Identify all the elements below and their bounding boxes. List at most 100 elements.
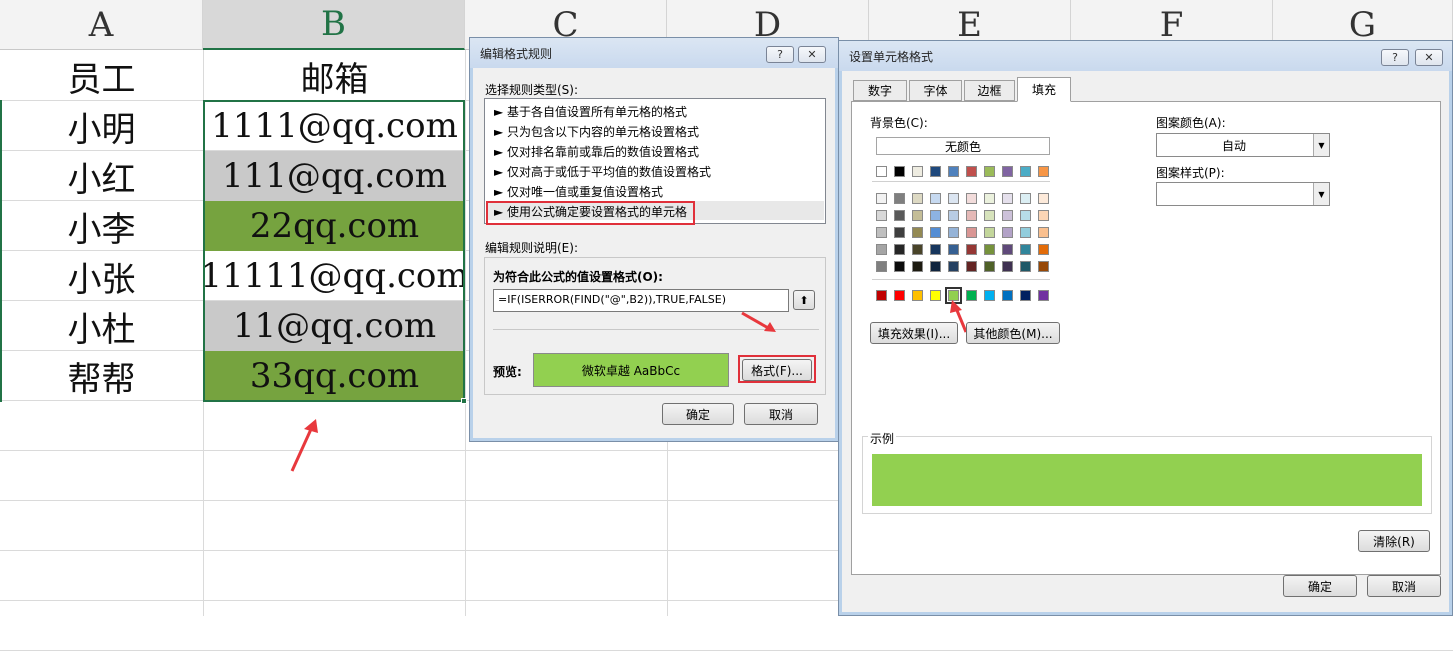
shade-color-swatch[interactable] bbox=[912, 244, 923, 255]
cancel-button[interactable]: 取消 bbox=[744, 403, 818, 425]
clear-button[interactable]: 清除(R) bbox=[1358, 530, 1430, 552]
shade-color-swatch[interactable] bbox=[876, 227, 887, 238]
tab-2[interactable]: 边框 bbox=[964, 80, 1015, 101]
theme-color-swatch[interactable] bbox=[912, 166, 923, 177]
standard-color-swatch[interactable] bbox=[912, 290, 923, 301]
standard-color-swatch[interactable] bbox=[930, 290, 941, 301]
theme-color-swatch[interactable] bbox=[966, 166, 977, 177]
rule-type-item[interactable]: ► 仅对唯一值或重复值设置格式 bbox=[486, 181, 824, 200]
fill-effects-button[interactable]: 填充效果(I)... bbox=[870, 322, 958, 344]
tab-3[interactable]: 填充 bbox=[1017, 77, 1071, 102]
close-button[interactable]: ✕ bbox=[1415, 49, 1443, 66]
rule-type-item[interactable]: ► 仅对高于或低于平均值的数值设置格式 bbox=[486, 161, 824, 180]
shade-color-swatch[interactable] bbox=[948, 261, 959, 272]
standard-color-swatch[interactable] bbox=[984, 290, 995, 301]
shade-color-swatch[interactable] bbox=[1020, 244, 1031, 255]
employee-cell[interactable]: 帮帮 bbox=[0, 351, 203, 401]
shade-color-swatch[interactable] bbox=[1020, 227, 1031, 238]
shade-color-swatch[interactable] bbox=[948, 193, 959, 204]
shade-color-swatch[interactable] bbox=[930, 227, 941, 238]
shade-color-swatch[interactable] bbox=[894, 193, 905, 204]
standard-color-swatch[interactable] bbox=[1002, 290, 1013, 301]
shade-color-swatch[interactable] bbox=[1038, 193, 1049, 204]
shade-color-swatch[interactable] bbox=[1020, 261, 1031, 272]
employee-cell[interactable]: 小明 bbox=[0, 101, 203, 151]
collapse-dialog-button[interactable]: ⬆ bbox=[793, 290, 815, 310]
close-button[interactable]: ✕ bbox=[798, 46, 826, 63]
shade-color-swatch[interactable] bbox=[984, 261, 995, 272]
no-color-button[interactable]: 无颜色 bbox=[876, 137, 1050, 155]
shade-color-swatch[interactable] bbox=[876, 261, 887, 272]
shade-color-swatch[interactable] bbox=[894, 261, 905, 272]
shade-color-swatch[interactable] bbox=[984, 244, 995, 255]
shade-color-swatch[interactable] bbox=[966, 193, 977, 204]
shade-color-swatch[interactable] bbox=[1002, 261, 1013, 272]
theme-color-swatch[interactable] bbox=[948, 166, 959, 177]
standard-color-swatch[interactable] bbox=[1020, 290, 1031, 301]
theme-color-swatch[interactable] bbox=[876, 166, 887, 177]
shade-color-swatch[interactable] bbox=[966, 261, 977, 272]
shade-color-swatch[interactable] bbox=[984, 193, 995, 204]
shade-color-swatch[interactable] bbox=[1038, 210, 1049, 221]
header-cell-employee[interactable]: 员工 bbox=[0, 51, 203, 101]
shade-color-swatch[interactable] bbox=[894, 227, 905, 238]
shade-color-swatch[interactable] bbox=[930, 244, 941, 255]
column-header-b[interactable]: B bbox=[203, 0, 465, 50]
employee-cell[interactable]: 小杜 bbox=[0, 301, 203, 351]
rule-type-item[interactable]: ► 基于各自值设置所有单元格的格式 bbox=[486, 101, 824, 120]
shade-color-swatch[interactable] bbox=[948, 227, 959, 238]
ok-button[interactable]: 确定 bbox=[662, 403, 734, 425]
standard-color-swatch[interactable] bbox=[1038, 290, 1049, 301]
shade-color-swatch[interactable] bbox=[966, 227, 977, 238]
theme-color-swatch[interactable] bbox=[1020, 166, 1031, 177]
shade-color-swatch[interactable] bbox=[930, 261, 941, 272]
shade-color-swatch[interactable] bbox=[966, 210, 977, 221]
shade-color-swatch[interactable] bbox=[948, 210, 959, 221]
shade-color-swatch[interactable] bbox=[1020, 210, 1031, 221]
shade-color-swatch[interactable] bbox=[1038, 261, 1049, 272]
employee-cell[interactable]: 小张 bbox=[0, 251, 203, 301]
shade-color-swatch[interactable] bbox=[912, 210, 923, 221]
header-cell-email[interactable]: 邮箱 bbox=[204, 51, 465, 101]
shade-color-swatch[interactable] bbox=[912, 193, 923, 204]
theme-color-swatch[interactable] bbox=[894, 166, 905, 177]
ok-button[interactable]: 确定 bbox=[1283, 575, 1357, 597]
shade-color-swatch[interactable] bbox=[984, 227, 995, 238]
shade-color-swatch[interactable] bbox=[912, 261, 923, 272]
shade-color-swatch[interactable] bbox=[876, 244, 887, 255]
shade-color-swatch[interactable] bbox=[894, 244, 905, 255]
shade-color-swatch[interactable] bbox=[984, 210, 995, 221]
standard-color-swatch[interactable] bbox=[876, 290, 887, 301]
shade-color-swatch[interactable] bbox=[876, 210, 887, 221]
theme-color-swatch[interactable] bbox=[984, 166, 995, 177]
shade-color-swatch[interactable] bbox=[930, 210, 941, 221]
help-button[interactable]: ? bbox=[766, 46, 794, 63]
shade-color-swatch[interactable] bbox=[930, 193, 941, 204]
rule-type-item[interactable]: ► 仅对排名靠前或靠后的数值设置格式 bbox=[486, 141, 824, 160]
pattern-style-select[interactable]: ▼ bbox=[1156, 182, 1330, 206]
tab-0[interactable]: 数字 bbox=[853, 80, 907, 101]
employee-cell[interactable]: 小李 bbox=[0, 201, 203, 251]
shade-color-swatch[interactable] bbox=[966, 244, 977, 255]
shade-color-swatch[interactable] bbox=[876, 193, 887, 204]
shade-color-swatch[interactable] bbox=[1002, 210, 1013, 221]
theme-color-swatch[interactable] bbox=[930, 166, 941, 177]
pattern-color-select[interactable]: 自动 ▼ bbox=[1156, 133, 1330, 157]
shade-color-swatch[interactable] bbox=[894, 210, 905, 221]
shade-color-swatch[interactable] bbox=[1020, 193, 1031, 204]
theme-color-swatch[interactable] bbox=[1038, 166, 1049, 177]
theme-color-swatch[interactable] bbox=[1002, 166, 1013, 177]
column-header-a[interactable]: A bbox=[0, 0, 203, 50]
fill-handle[interactable] bbox=[461, 398, 467, 404]
shade-color-swatch[interactable] bbox=[912, 227, 923, 238]
employee-cell[interactable]: 小红 bbox=[0, 151, 203, 201]
tab-1[interactable]: 字体 bbox=[909, 80, 962, 101]
shade-color-swatch[interactable] bbox=[1002, 227, 1013, 238]
help-button[interactable]: ? bbox=[1381, 49, 1409, 66]
shade-color-swatch[interactable] bbox=[1038, 227, 1049, 238]
rule-type-item[interactable]: ► 只为包含以下内容的单元格设置格式 bbox=[486, 121, 824, 140]
shade-color-swatch[interactable] bbox=[1002, 193, 1013, 204]
shade-color-swatch[interactable] bbox=[948, 244, 959, 255]
shade-color-swatch[interactable] bbox=[1038, 244, 1049, 255]
cancel-button[interactable]: 取消 bbox=[1367, 575, 1441, 597]
